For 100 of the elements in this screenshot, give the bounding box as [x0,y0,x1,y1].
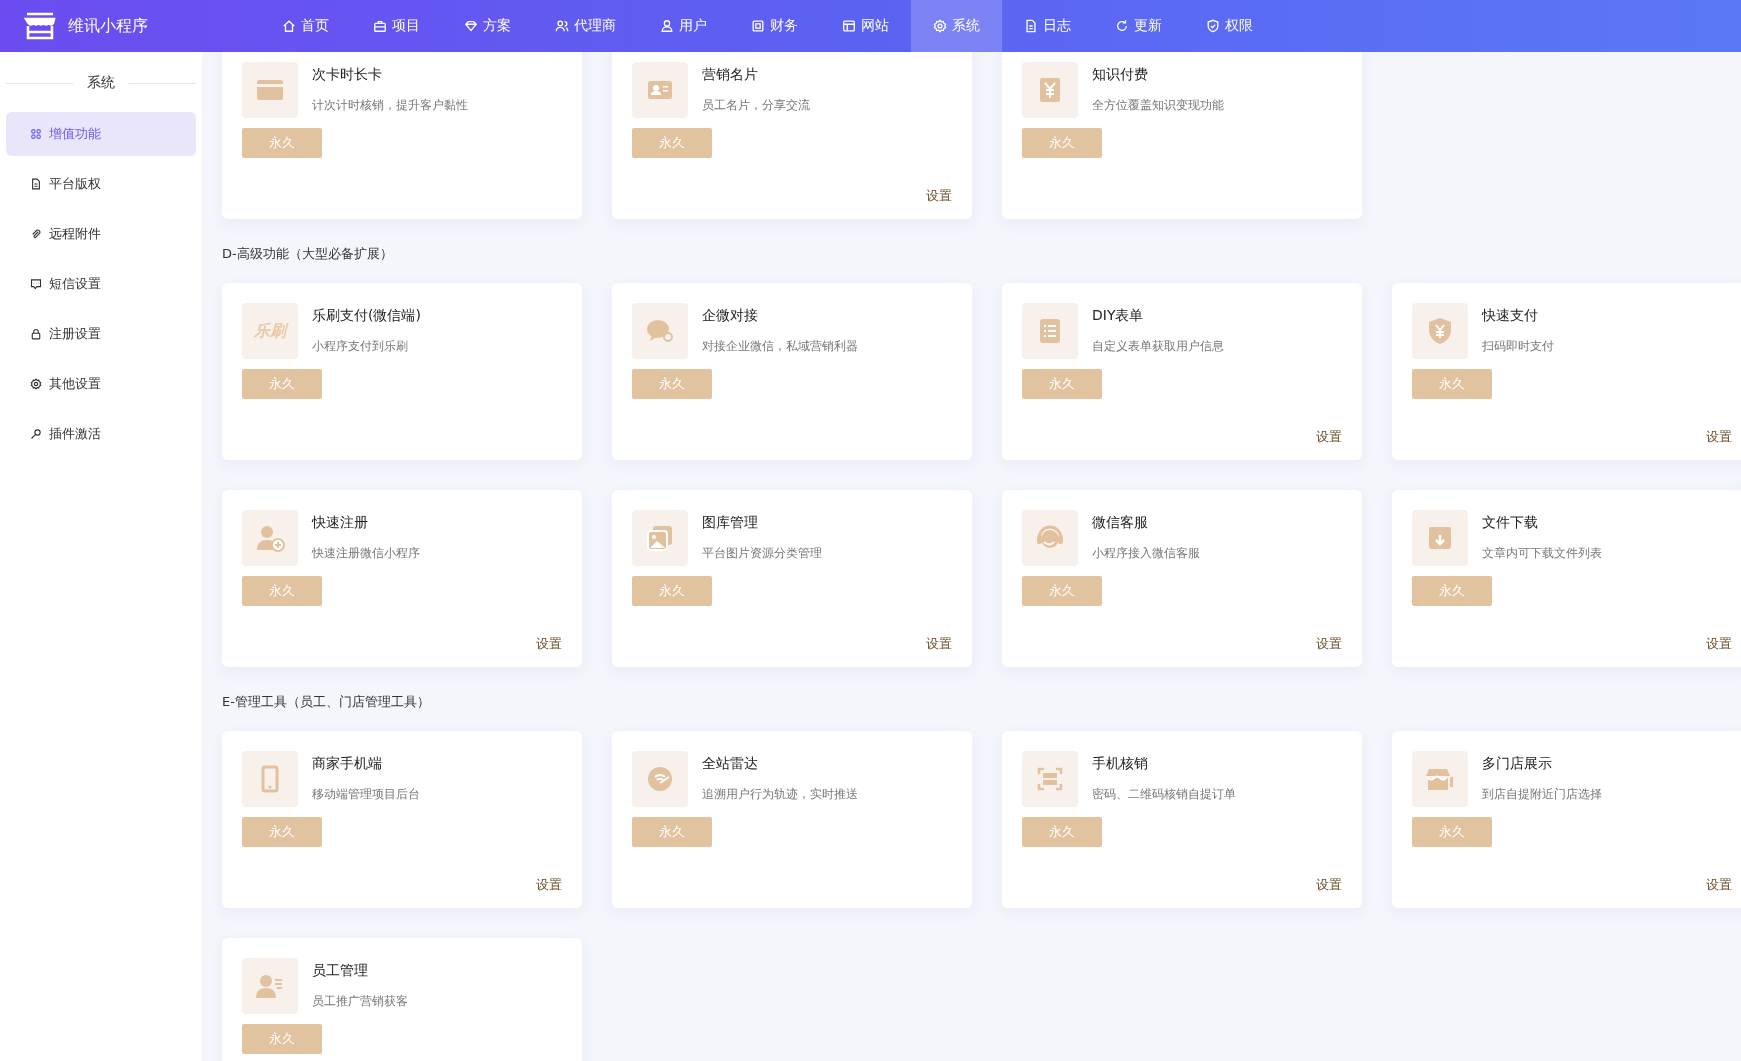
feature-description: 文章内可下载文件列表 [1482,545,1602,562]
sidebar-item[interactable]: 增值功能 [6,112,196,156]
nav-tab[interactable]: 项目 [351,0,442,52]
feature-title: 员工管理 [312,962,369,980]
feature-title: 营销名片 [702,66,759,84]
feature-description: 密码、二维码核销自提订单 [1092,786,1236,803]
license-badge: 永久 [1022,369,1102,399]
store-icon [24,12,56,40]
nav-tab[interactable]: 日志 [1002,0,1093,52]
license-badge: 永久 [242,1024,322,1054]
diamond-icon [464,19,478,33]
home-icon [282,19,296,33]
feature-description: 小程序支付到乐刷 [312,338,409,355]
license-badge: 永久 [242,369,322,399]
sidebar-item[interactable]: 插件激活 [6,412,196,456]
license-badge: 永久 [242,128,322,158]
license-badge: 永久 [632,817,712,847]
settings-link[interactable]: 设置 [1706,635,1732,653]
sidebar-item[interactable]: 平台版权 [6,162,196,206]
chat-icon [632,303,688,359]
section-heading: D-高级功能（大型必备扩展） [222,245,394,263]
license-badge: 永久 [632,369,712,399]
settings-link[interactable]: 设置 [1316,635,1342,653]
browser-icon [842,19,856,33]
nav-tab[interactable]: 首页 [260,0,351,52]
license-badge: 永久 [242,576,322,606]
list-icon [1022,303,1078,359]
nav-tab[interactable]: 更新 [1093,0,1184,52]
settings-icon [30,378,42,390]
feature-title: 手机核销 [1092,755,1149,773]
case-icon [373,19,387,33]
lock-icon [30,328,42,340]
feature-description: 到店自提附近门店选择 [1482,786,1602,803]
license-badge: 永久 [242,817,322,847]
settings-link[interactable]: 设置 [1706,428,1732,446]
feature-description: 追溯用户行为轨迹，实时推送 [702,786,858,803]
photos-icon [632,510,688,566]
feature-title: 快速注册 [312,514,369,532]
download-icon [1412,510,1468,566]
feature-description: 自定义表单获取用户信息 [1092,338,1224,355]
settings-icon [933,19,947,33]
feature-title: 文件下载 [1482,514,1539,532]
feature-title: 次卡时长卡 [312,66,383,84]
app-name: 维讯小程序 [68,15,148,37]
nav-tab[interactable]: 代理商 [533,0,638,52]
settings-link[interactable]: 设置 [536,876,562,894]
scan-icon [1022,751,1078,807]
feature-title: 知识付费 [1092,66,1149,84]
sidebar-item[interactable]: 远程附件 [6,212,196,256]
feature-description: 快速注册微信小程序 [312,545,420,562]
feature-title: 商家手机端 [312,755,383,773]
feature-title: DIY表单 [1092,307,1145,325]
settings-link[interactable]: 设置 [536,635,562,653]
feature-description: 平台图片资源分类管理 [702,545,822,562]
nav-tab[interactable]: 方案 [442,0,533,52]
feature-title: 微信客服 [1092,514,1149,532]
nav-tab[interactable]: 用户 [638,0,729,52]
feature-description: 扫码即时支付 [1482,338,1554,355]
license-badge: 永久 [632,576,712,606]
userplus-icon [242,510,298,566]
store-icon [1412,751,1468,807]
users-icon [555,19,569,33]
settings-link[interactable]: 设置 [926,187,952,205]
phone-icon [242,751,298,807]
feature-description: 小程序接入微信客服 [1092,545,1200,562]
license-badge: 永久 [1412,576,1492,606]
settings-link[interactable]: 设置 [1316,428,1342,446]
shield-icon [1412,303,1468,359]
headset-icon [1022,510,1078,566]
feature-title: 图库管理 [702,514,759,532]
feature-description: 员工名片，分享交流 [702,97,810,114]
nav-tab[interactable]: 网站 [820,0,911,52]
sidebar-item[interactable]: 注册设置 [6,312,196,356]
refresh-icon [1115,19,1129,33]
license-badge: 永久 [1022,817,1102,847]
feature-title: 全站雷达 [702,755,759,773]
feature-title: 乐刷支付(微信端) [312,307,421,325]
yen-icon [1022,62,1078,118]
user-icon [660,19,674,33]
shield-icon [1206,19,1220,33]
settings-link[interactable]: 设置 [1706,876,1732,894]
license-badge: 永久 [1022,576,1102,606]
nav-tab[interactable]: 财务 [729,0,820,52]
settings-link[interactable]: 设置 [1316,876,1342,894]
clip-icon [30,228,42,240]
feature-description: 移动端管理项目后台 [312,786,420,803]
sidebar-title: 系统 [87,74,115,92]
feature-description: 计次计时核销，提升客户黏性 [312,97,468,114]
license-badge: 永久 [1412,817,1492,847]
doc-icon [30,178,42,190]
feature-description: 全方位覆盖知识变现功能 [1092,97,1224,114]
sidebar-item[interactable]: 短信设置 [6,262,196,306]
feature-description: 员工推广营销获客 [312,993,408,1010]
contact-icon [632,62,688,118]
sidebar-item[interactable]: 其他设置 [6,362,196,406]
usercard-icon [242,958,298,1014]
section-heading: E-管理工具（员工、门店管理工具） [222,693,431,711]
logo-icon: 乐刷 [242,303,298,359]
settings-link[interactable]: 设置 [926,635,952,653]
nav-tab[interactable]: 权限 [1184,0,1275,52]
